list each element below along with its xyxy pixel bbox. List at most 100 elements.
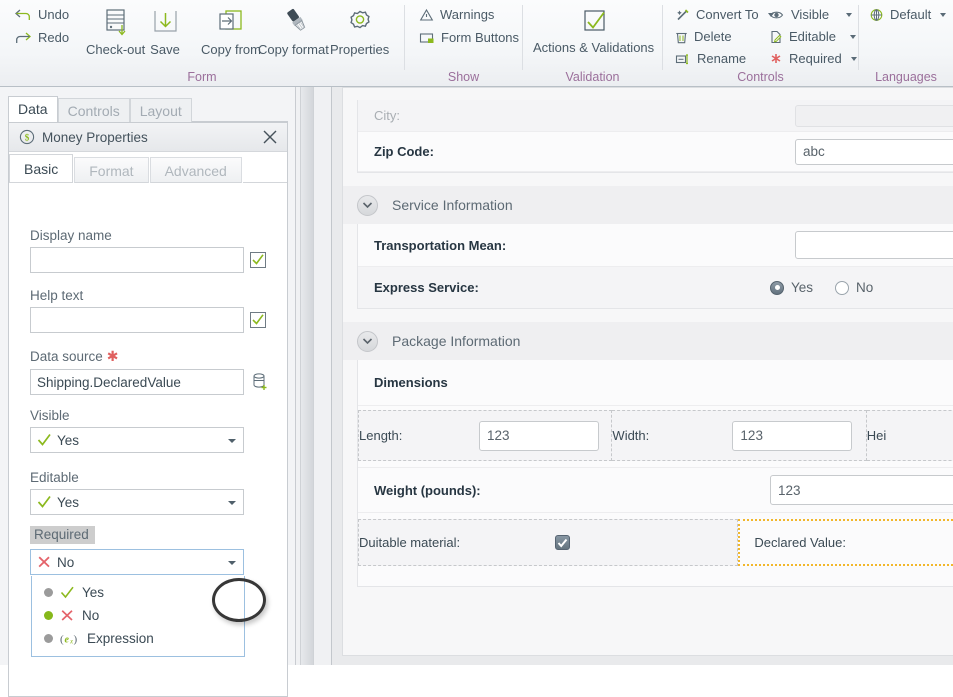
- ribbon-group-controls: Convert To Delete Rename Visible Editabl…: [663, 0, 858, 87]
- chevron-down-icon[interactable]: [228, 561, 236, 565]
- chevron-down-icon[interactable]: [850, 56, 857, 61]
- expression-icon: (e x): [60, 632, 80, 646]
- help-text-label: Help text: [30, 288, 84, 303]
- form-buttons-button[interactable]: Form Buttons: [419, 30, 519, 45]
- check-out-button[interactable]: Check-out: [86, 8, 145, 57]
- save-button[interactable]: Save: [148, 8, 182, 57]
- rename-button[interactable]: Rename: [675, 51, 746, 66]
- dimension-cell-width: Width: 123: [612, 410, 867, 461]
- splitter-track[interactable]: [300, 87, 314, 665]
- properties-button[interactable]: Properties: [330, 8, 389, 57]
- dropdown-option-no-label: No: [82, 608, 100, 623]
- section-header-package-information[interactable]: Package Information: [343, 322, 953, 360]
- warnings-button[interactable]: Warnings: [419, 7, 494, 22]
- form-row-weight: Weight (pounds): 123: [358, 467, 953, 513]
- tab-controls[interactable]: Controls: [57, 98, 130, 122]
- cell-declared-value[interactable]: Declared Value:: [738, 519, 953, 566]
- duitable-material-checkbox[interactable]: [555, 535, 570, 550]
- tab-layout[interactable]: Layout: [129, 98, 192, 122]
- copy-from-label: Copy from: [201, 42, 261, 57]
- chevron-down-icon[interactable]: [849, 34, 856, 39]
- express-service-radio-yes[interactable]: [770, 280, 784, 295]
- close-icon[interactable]: [260, 127, 280, 147]
- panel-splitter[interactable]: [296, 87, 332, 665]
- select-data-source-icon[interactable]: [252, 373, 268, 394]
- editable-label: Editable: [789, 29, 836, 44]
- gear-icon: [343, 8, 377, 40]
- section-title-package-information: Package Information: [392, 333, 521, 349]
- copy-format-button[interactable]: Copy format: [258, 8, 329, 57]
- tab-filler: [242, 154, 287, 183]
- required-toggle-button[interactable]: Required: [769, 51, 857, 66]
- dropdown-option-expression[interactable]: (e x) Expression: [32, 627, 244, 650]
- width-input[interactable]: 123: [732, 420, 853, 451]
- ribbon-group-label-validation: Validation: [565, 70, 620, 84]
- ribbon-group-languages: Default Languages: [859, 0, 953, 87]
- svg-text:): ): [74, 634, 78, 646]
- dropdown-option-no[interactable]: No: [32, 604, 244, 627]
- dialog-title: Money Properties: [42, 129, 148, 145]
- tab-data[interactable]: Data: [8, 96, 58, 122]
- visible-field-label: Visible: [30, 408, 70, 423]
- ribbon-group-label-show: Show: [447, 70, 480, 84]
- visible-toggle-button[interactable]: Visible: [769, 7, 853, 22]
- dimensions-row: Length: 123 Width: 123 Hei: [358, 410, 953, 461]
- section-header-service-information[interactable]: Service Information: [343, 186, 953, 224]
- ribbon-group-show: Warnings Form Buttons Show: [405, 0, 522, 87]
- chevron-down-icon[interactable]: [357, 194, 378, 216]
- check-out-icon: [99, 8, 133, 40]
- tab-advanced[interactable]: Advanced: [149, 157, 242, 183]
- redo-button[interactable]: Redo: [14, 30, 69, 45]
- delete-button[interactable]: Delete: [675, 29, 732, 44]
- chevron-down-icon[interactable]: [846, 12, 853, 17]
- city-input[interactable]: [795, 104, 953, 127]
- editable-page-icon: [769, 30, 783, 44]
- field-visible: Visible Yes: [30, 408, 266, 453]
- length-label: Length:: [359, 428, 403, 443]
- chevron-down-icon[interactable]: [228, 501, 236, 505]
- form-buttons-icon: [419, 31, 435, 45]
- asterisk-icon: [769, 52, 783, 66]
- zip-code-input[interactable]: abc: [795, 138, 953, 165]
- required-value: No: [57, 554, 75, 570]
- required-combobox[interactable]: No Yes No (e x) Expression: [30, 549, 245, 657]
- data-source-input[interactable]: [30, 369, 244, 395]
- display-name-translate-checkbox[interactable]: [250, 252, 266, 268]
- editable-field-label: Editable: [30, 470, 79, 485]
- editable-toggle-button[interactable]: Editable: [769, 29, 856, 44]
- required-dropdown-list: Yes No (e x) Expression: [31, 576, 245, 657]
- section-title-service-information: Service Information: [392, 197, 513, 213]
- transportation-mean-input[interactable]: [795, 231, 953, 259]
- city-label: City:: [374, 108, 400, 123]
- app-window: Undo Redo Check-out Save Copy from Copy …: [0, 0, 953, 697]
- copy-from-button[interactable]: Copy from: [201, 8, 261, 57]
- chevron-down-icon[interactable]: [228, 439, 236, 443]
- warnings-label: Warnings: [440, 7, 495, 22]
- undo-button[interactable]: Undo: [14, 7, 69, 22]
- copy-from-icon: [213, 8, 249, 40]
- svg-text:(: (: [60, 634, 64, 646]
- dropdown-option-yes[interactable]: Yes: [32, 581, 244, 604]
- display-name-input[interactable]: [30, 247, 244, 273]
- express-service-radio-no[interactable]: [835, 280, 850, 295]
- chevron-down-icon[interactable]: [357, 330, 378, 352]
- editable-combobox[interactable]: Yes: [30, 489, 244, 515]
- convert-to-button[interactable]: Convert To: [675, 7, 774, 22]
- tab-basic[interactable]: Basic: [9, 154, 74, 183]
- globe-icon: [869, 8, 884, 22]
- field-data-source: Data source ✱: [30, 348, 268, 395]
- visible-combobox[interactable]: Yes: [30, 427, 244, 453]
- tab-format[interactable]: Format: [74, 157, 149, 183]
- actions-validations-button[interactable]: Actions & Validations: [533, 8, 654, 55]
- express-service-radio-no-label: No: [856, 280, 874, 295]
- length-input[interactable]: 123: [479, 420, 599, 451]
- form-subheader-dimensions: Dimensions: [358, 360, 953, 406]
- help-text-translate-checkbox[interactable]: [250, 312, 266, 328]
- transportation-mean-label: Transportation Mean:: [374, 237, 507, 253]
- help-text-input[interactable]: [30, 307, 244, 333]
- chevron-down-icon[interactable]: [940, 12, 947, 17]
- default-language-button[interactable]: Default: [869, 7, 947, 22]
- copy-format-label: Copy format: [258, 42, 329, 57]
- rename-label: Rename: [697, 51, 747, 66]
- weight-input[interactable]: 123: [770, 475, 953, 505]
